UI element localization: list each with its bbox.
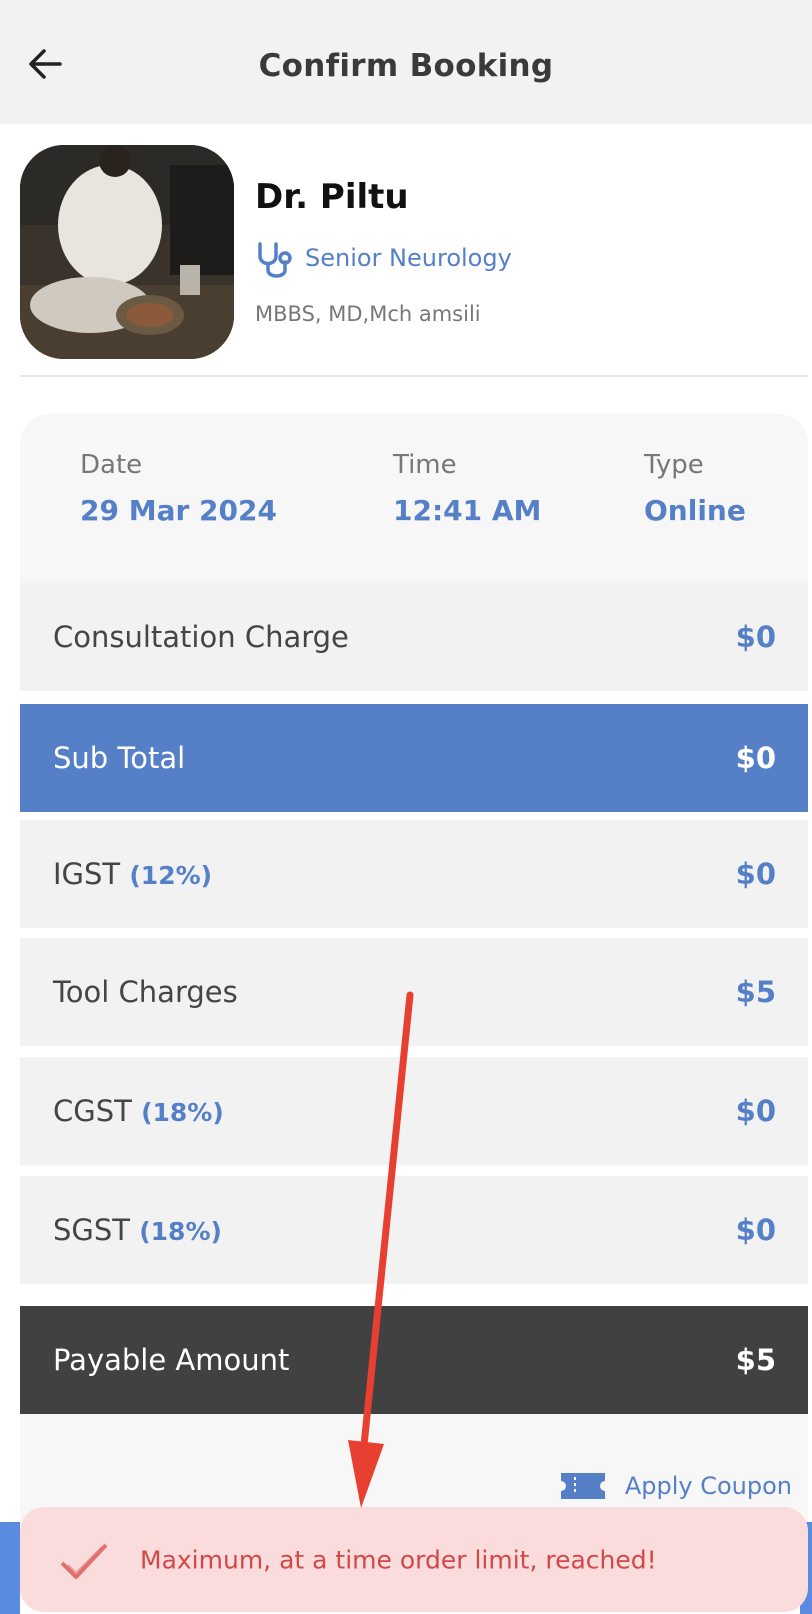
tool-charges-row: Tool Charges $5 (20, 938, 808, 1046)
page-title: Confirm Booking (258, 48, 554, 84)
toast-message: Maximum, at a time order limit, reached! (140, 1545, 657, 1574)
cgst-label-text: CGST (53, 1094, 132, 1128)
stethoscope-icon (255, 240, 295, 282)
subtotal-amount: $0 (735, 741, 776, 775)
doctor-qualifications: MBBS, MD,Mch amsili (255, 302, 481, 326)
consultation-charge-label: Consultation Charge (53, 620, 349, 654)
time-value: 12:41 AM (393, 494, 542, 527)
payable-amount-row: Payable Amount $5 (20, 1306, 808, 1414)
divider (20, 375, 808, 377)
checkmark-icon (60, 1543, 108, 1579)
sgst-percent: (18%) (139, 1217, 222, 1246)
cgst-amount: $0 (735, 1094, 776, 1128)
subtotal-row: Sub Total $0 (20, 704, 808, 812)
booking-info-card: Date 29 Mar 2024 Time 12:41 AM Type Onli… (20, 414, 808, 590)
sgst-row: SGST (18%) $0 (20, 1176, 808, 1284)
type-column: Type Online (644, 450, 746, 527)
doctor-specialty: Senior Neurology (305, 244, 512, 272)
apply-coupon-label: Apply Coupon (624, 1472, 792, 1500)
sgst-amount: $0 (735, 1213, 776, 1247)
time-label: Time (393, 450, 457, 480)
ticket-icon (560, 1473, 605, 1499)
payable-amount-value: $5 (735, 1343, 776, 1377)
toast-notification: Maximum, at a time order limit, reached! (20, 1507, 808, 1612)
igst-row: IGST (12%) $0 (20, 820, 808, 928)
date-value: 29 Mar 2024 (80, 494, 277, 527)
underlying-button-edge (0, 1522, 20, 1614)
doctor-name: Dr. Piltu (255, 177, 409, 217)
confirm-booking-screen: Confirm Booking Dr. Piltu Senior Neurolo… (0, 0, 812, 1614)
type-label: Type (644, 450, 704, 480)
date-column: Date 29 Mar 2024 (80, 450, 277, 527)
sgst-label-text: SGST (53, 1213, 131, 1247)
payable-amount-label: Payable Amount (53, 1343, 290, 1377)
tool-charges-amount: $5 (735, 975, 776, 1009)
date-label: Date (80, 450, 143, 480)
consultation-charge-amount: $0 (735, 620, 776, 654)
igst-amount: $0 (735, 857, 776, 891)
app-header: Confirm Booking (0, 0, 812, 124)
subtotal-label: Sub Total (53, 741, 186, 775)
igst-label: IGST (12%) (53, 857, 212, 891)
cgst-row: CGST (18%) $0 (20, 1057, 808, 1165)
type-value: Online (644, 494, 746, 527)
igst-label-text: IGST (53, 857, 121, 891)
cgst-label: CGST (18%) (53, 1094, 224, 1128)
doctor-avatar (20, 145, 234, 359)
sgst-label: SGST (18%) (53, 1213, 222, 1247)
apply-coupon-button[interactable]: Apply Coupon (560, 1466, 792, 1506)
time-column: Time 12:41 AM (393, 450, 541, 527)
tool-charges-label: Tool Charges (53, 975, 238, 1009)
consultation-charge-row: Consultation Charge $0 (20, 583, 808, 691)
igst-percent: (12%) (129, 861, 213, 890)
cgst-percent: (18%) (141, 1098, 224, 1127)
